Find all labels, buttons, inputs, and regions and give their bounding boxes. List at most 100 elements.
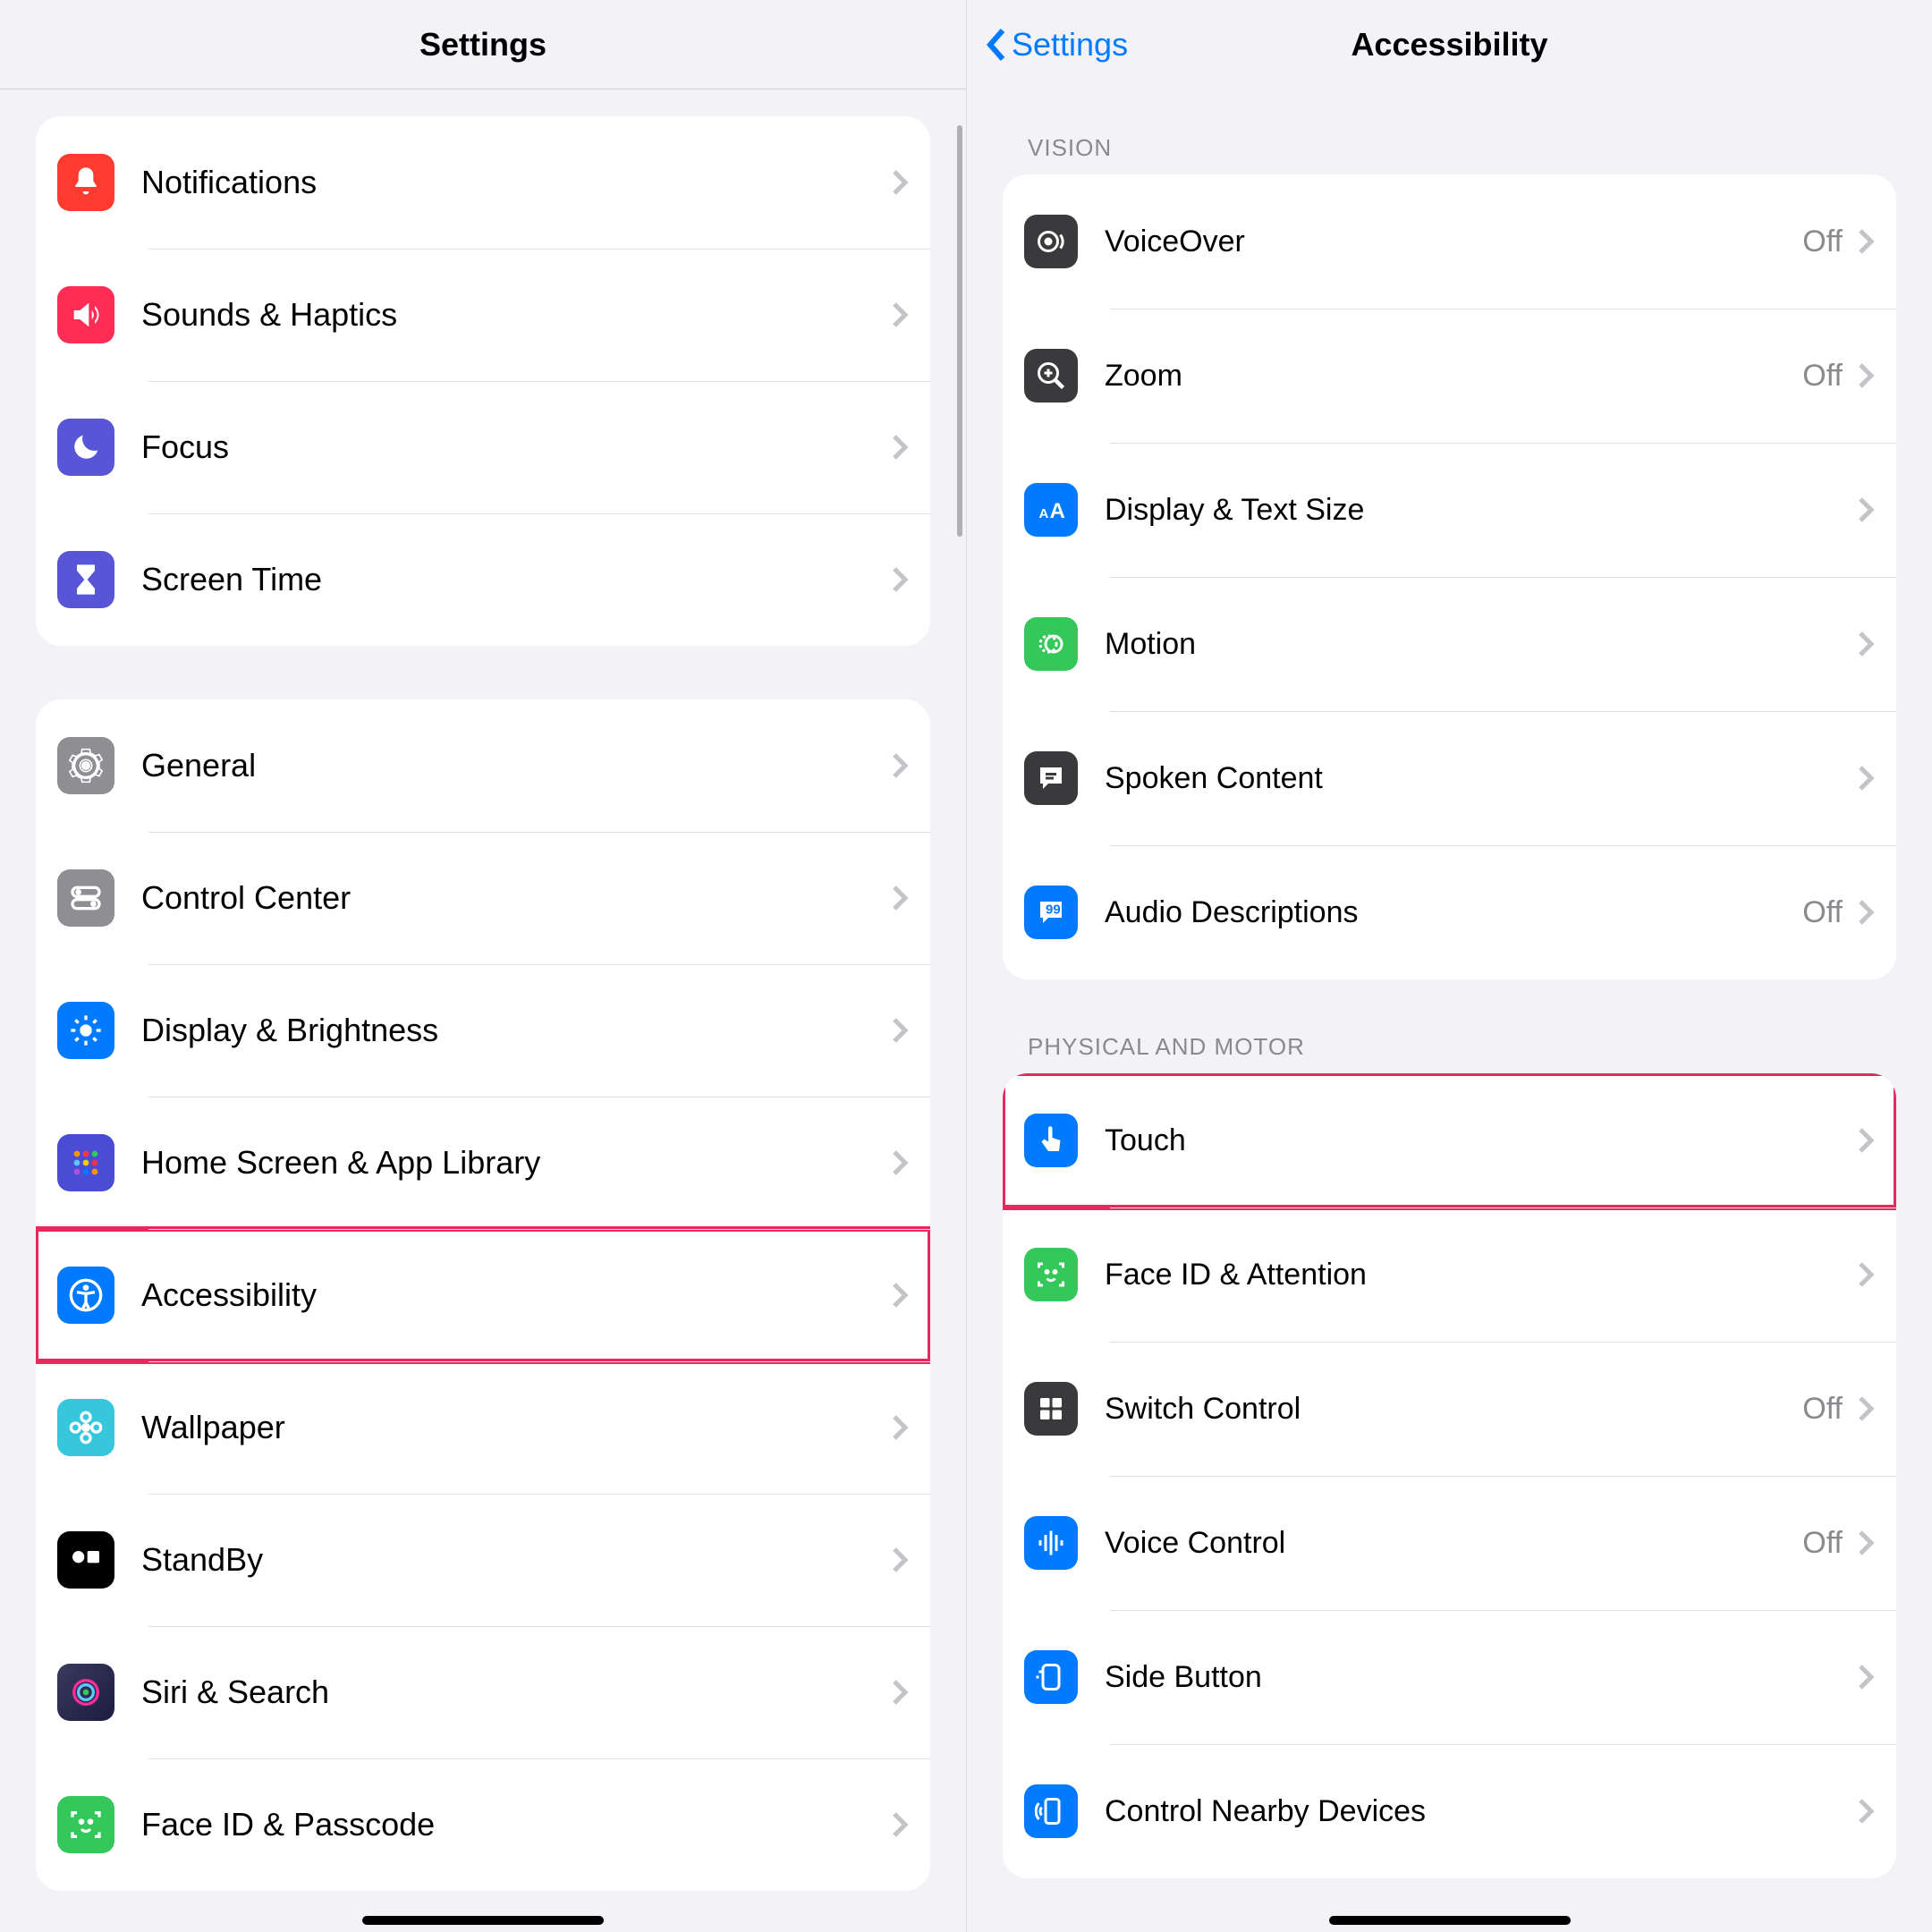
row-value: Off <box>1802 225 1843 259</box>
home-indicator[interactable] <box>362 1916 604 1925</box>
row-label: Notifications <box>141 164 891 201</box>
row-accessibility[interactable]: Accessibility <box>36 1229 930 1361</box>
row-audio-descriptions[interactable]: 99 Audio Descriptions Off <box>1003 845 1896 979</box>
row-side-button[interactable]: Side Button <box>1003 1610 1896 1744</box>
row-label: Focus <box>141 428 891 466</box>
row-value: Off <box>1802 359 1843 394</box>
row-label: Face ID & Attention <box>1105 1258 1857 1292</box>
row-display-text[interactable]: AA Display & Text Size <box>1003 443 1896 577</box>
chevron-right-icon <box>1857 227 1875 256</box>
vision-group: VoiceOver Off Zoom Off AA Display & Text… <box>1003 174 1896 979</box>
row-label: VoiceOver <box>1105 225 1802 259</box>
back-label: Settings <box>1012 26 1128 64</box>
row-label: Display & Text Size <box>1105 493 1857 528</box>
row-voiceover[interactable]: VoiceOver Off <box>1003 174 1896 309</box>
chevron-right-icon <box>891 751 909 780</box>
row-label: Accessibility <box>141 1276 891 1314</box>
back-button[interactable]: Settings <box>985 0 1128 89</box>
gear-icon <box>57 737 114 794</box>
row-switch-control[interactable]: Switch Control Off <box>1003 1342 1896 1476</box>
chevron-right-icon <box>1857 1529 1875 1557</box>
row-value: Off <box>1802 1392 1843 1427</box>
row-label: Control Center <box>141 879 891 917</box>
textsize-icon: AA <box>1024 483 1078 537</box>
row-voice-control[interactable]: Voice Control Off <box>1003 1476 1896 1610</box>
faceid-icon <box>1024 1248 1078 1301</box>
row-label: Zoom <box>1105 359 1802 394</box>
svg-text:A: A <box>1050 499 1065 523</box>
chevron-right-icon <box>1857 496 1875 524</box>
physical-group: Touch Face ID & Attention Switch Control… <box>1003 1073 1896 1878</box>
row-motion[interactable]: Motion <box>1003 577 1896 711</box>
row-standby[interactable]: StandBy <box>36 1494 930 1626</box>
accessibility-icon <box>57 1267 114 1324</box>
chevron-right-icon <box>1857 898 1875 927</box>
svg-text:A: A <box>1039 506 1049 521</box>
row-label: Motion <box>1105 627 1857 662</box>
row-label: Side Button <box>1105 1660 1857 1695</box>
row-label: Spoken Content <box>1105 761 1857 796</box>
chevron-right-icon <box>891 1016 909 1045</box>
chevron-right-icon <box>891 1678 909 1707</box>
chevron-right-icon <box>891 1148 909 1177</box>
row-controlcenter[interactable]: Control Center <box>36 832 930 964</box>
settings-group-1: Notifications Sounds & Haptics Focus <box>36 116 930 646</box>
row-touch[interactable]: Touch <box>1003 1073 1896 1208</box>
row-label: StandBy <box>141 1541 891 1579</box>
row-homescreen[interactable]: Home Screen & App Library <box>36 1097 930 1229</box>
svg-text:99: 99 <box>1046 902 1061 918</box>
chevron-right-icon <box>891 884 909 912</box>
chevron-right-icon <box>891 1810 909 1839</box>
row-label: Siri & Search <box>141 1674 891 1711</box>
chevron-right-icon <box>1857 1394 1875 1423</box>
row-faceid-attention[interactable]: Face ID & Attention <box>1003 1208 1896 1342</box>
chevron-right-icon <box>891 301 909 329</box>
row-label: Control Nearby Devices <box>1105 1794 1857 1829</box>
chevron-right-icon <box>1857 1663 1875 1691</box>
accessibility-content: VISION VoiceOver Off Zoom Off AA <box>967 89 1932 1932</box>
siri-icon <box>57 1664 114 1721</box>
motion-icon <box>1024 617 1078 671</box>
standby-icon <box>57 1531 114 1589</box>
row-focus[interactable]: Focus <box>36 381 930 513</box>
waveform-icon <box>1024 1516 1078 1570</box>
chevron-right-icon <box>891 168 909 197</box>
toggles-icon <box>57 869 114 927</box>
moon-icon <box>57 419 114 476</box>
row-display-brightness[interactable]: Display & Brightness <box>36 964 930 1097</box>
row-wallpaper[interactable]: Wallpaper <box>36 1361 930 1494</box>
page-title: Accessibility <box>1351 26 1547 64</box>
voiceover-icon <box>1024 215 1078 268</box>
app-grid-icon <box>57 1134 114 1191</box>
zoom-icon <box>1024 349 1078 402</box>
page-title: Settings <box>419 26 547 64</box>
accessibility-header: Settings Accessibility <box>967 0 1932 89</box>
settings-content: Notifications Sounds & Haptics Focus <box>0 89 966 1932</box>
chevron-right-icon <box>891 565 909 594</box>
row-value: Off <box>1802 1526 1843 1561</box>
row-zoom[interactable]: Zoom Off <box>1003 309 1896 443</box>
grid-icon <box>1024 1382 1078 1436</box>
chevron-right-icon <box>1857 1126 1875 1155</box>
chevron-right-icon <box>891 1281 909 1309</box>
row-spoken-content[interactable]: Spoken Content <box>1003 711 1896 845</box>
chevron-right-icon <box>891 1546 909 1574</box>
chevron-right-icon <box>1857 630 1875 658</box>
chevron-left-icon <box>985 27 1006 63</box>
settings-group-2: General Control Center Display & Brightn… <box>36 699 930 1891</box>
row-sounds[interactable]: Sounds & Haptics <box>36 249 930 381</box>
row-screentime[interactable]: Screen Time <box>36 513 930 646</box>
chevron-right-icon <box>1857 1260 1875 1289</box>
sun-icon <box>57 1002 114 1059</box>
faceid-icon <box>57 1796 114 1853</box>
row-faceid-passcode[interactable]: Face ID & Passcode <box>36 1758 930 1891</box>
chevron-right-icon <box>1857 361 1875 390</box>
bell-icon <box>57 154 114 211</box>
home-indicator[interactable] <box>1329 1916 1571 1925</box>
row-siri[interactable]: Siri & Search <box>36 1626 930 1758</box>
row-nearby-devices[interactable]: Control Nearby Devices <box>1003 1744 1896 1878</box>
row-label: General <box>141 747 891 784</box>
row-notifications[interactable]: Notifications <box>36 116 930 249</box>
row-general[interactable]: General <box>36 699 930 832</box>
row-label: Sounds & Haptics <box>141 296 891 334</box>
